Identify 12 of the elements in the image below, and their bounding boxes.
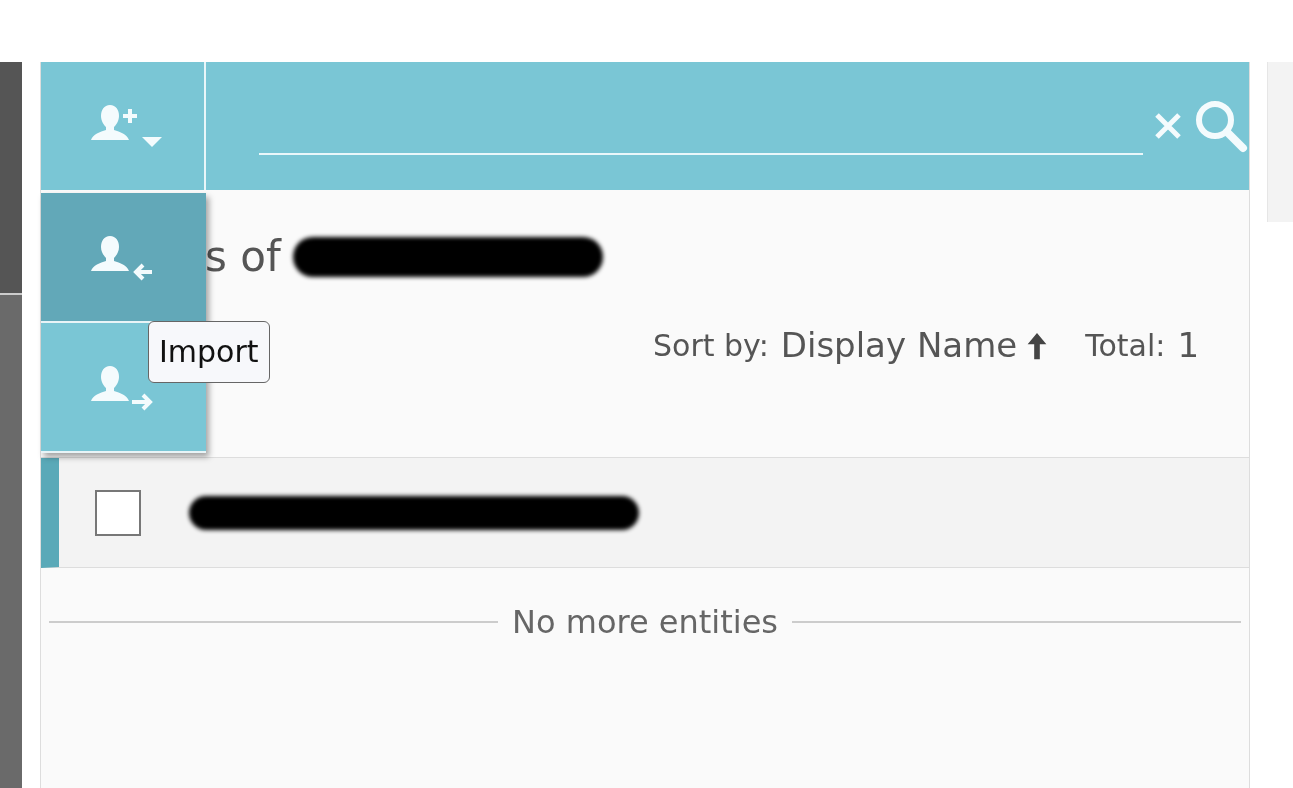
- clear-icon[interactable]: [1153, 111, 1183, 141]
- total-label: Total:: [1085, 327, 1166, 365]
- sort-label: Sort by:: [653, 327, 769, 365]
- checkbox[interactable]: [95, 489, 141, 536]
- tooltip: Import: [148, 321, 270, 383]
- import-user-button[interactable]: [41, 193, 206, 323]
- search-icon[interactable]: [1193, 98, 1249, 154]
- list-title: s of: [205, 231, 281, 283]
- sort-field-button[interactable]: Display Name: [780, 320, 1050, 371]
- list-row[interactable]: [41, 458, 1249, 568]
- total-count: 1: [1177, 324, 1199, 367]
- end-of-list-text: No more entities: [512, 602, 778, 643]
